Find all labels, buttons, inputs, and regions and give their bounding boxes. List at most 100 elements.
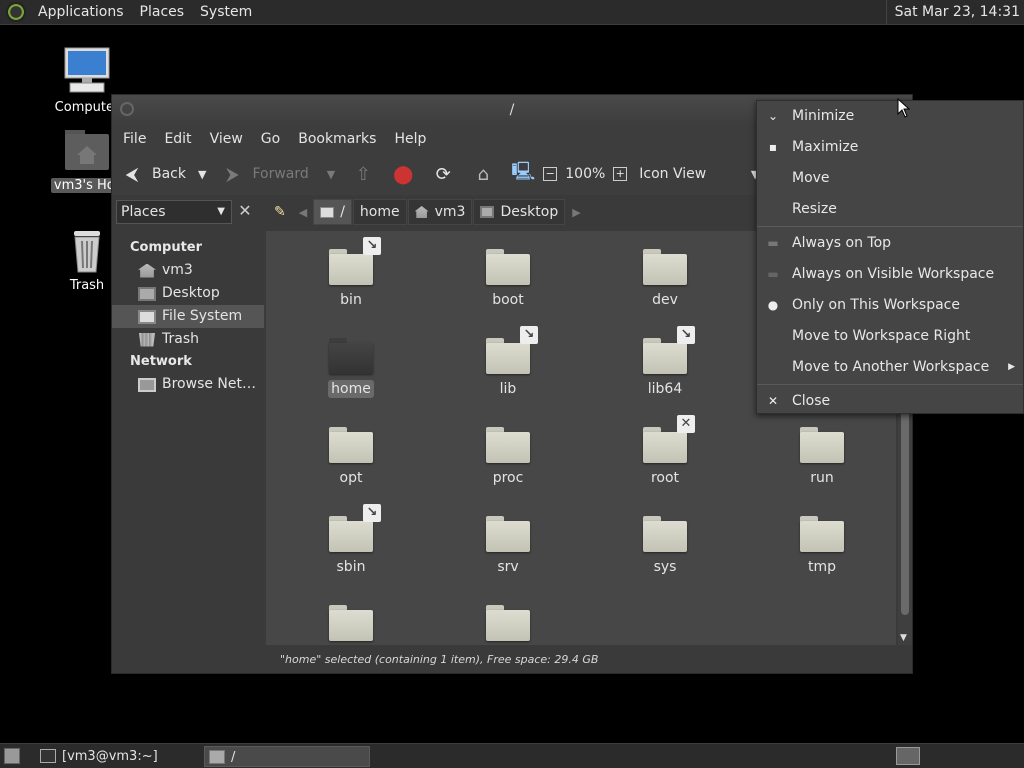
folder-icon: ✕: [643, 415, 695, 463]
menu-item-maximize[interactable]: ▪ Maximize: [757, 132, 1023, 163]
sidebar-item-file-system[interactable]: File System: [112, 305, 264, 328]
folder-icon: ↘: [329, 504, 381, 552]
folder-icon: [209, 750, 225, 764]
folder-partial[interactable]: [463, 605, 553, 641]
menu-item-label: Resize: [792, 201, 837, 217]
reload-icon[interactable]: ⟳: [431, 162, 455, 186]
folder-sbin[interactable]: ↘ sbin: [306, 504, 396, 576]
stop-icon[interactable]: ⬤: [391, 162, 415, 186]
menu-bookmarks[interactable]: Bookmarks: [289, 131, 385, 147]
breadcrumb-desktop[interactable]: Desktop: [473, 199, 566, 225]
menu-go[interactable]: Go: [252, 131, 289, 147]
workspace-switcher[interactable]: [896, 747, 920, 765]
folder-run[interactable]: run: [777, 427, 867, 487]
show-desktop-icon[interactable]: [4, 748, 20, 764]
breadcrumb-home[interactable]: home: [352, 199, 407, 225]
folder-proc[interactable]: proc: [463, 427, 553, 487]
menu-edit[interactable]: Edit: [155, 131, 200, 147]
menu-item-label: Always on Visible Workspace: [792, 266, 995, 282]
folder-label: opt: [339, 470, 363, 486]
system-menu[interactable]: System: [192, 0, 260, 25]
folder-icon: [643, 516, 687, 552]
breadcrumb-vm3[interactable]: vm3: [407, 199, 473, 225]
menu-item-label: Always on Top: [792, 235, 892, 251]
folder-label: tmp: [807, 559, 836, 575]
menu-item-minimize[interactable]: ⌄ Minimize: [757, 101, 1023, 132]
folder-sys[interactable]: sys: [620, 516, 710, 576]
chevron-right-icon[interactable]: ▶: [566, 206, 586, 219]
sidebar-item-vm3[interactable]: vm3: [112, 259, 264, 282]
folder-root[interactable]: ✕ root: [620, 415, 710, 487]
folder-tmp[interactable]: tmp: [777, 516, 867, 576]
radio-selected-icon: ●: [767, 298, 779, 312]
sidebar-heading-network: Network: [130, 354, 192, 369]
gnome-foot-icon[interactable]: [6, 2, 26, 22]
computer-icon[interactable]: 🖳: [511, 161, 535, 186]
folder-dev[interactable]: dev: [620, 249, 710, 309]
edit-location-icon[interactable]: ✎: [268, 199, 292, 225]
folder-label: sys: [653, 559, 677, 575]
drive-icon: [320, 206, 335, 218]
sidebar-item-label: vm3: [162, 262, 193, 278]
desktop-icon: [480, 206, 495, 218]
folder-partial[interactable]: [306, 605, 396, 641]
back-history-dropdown[interactable]: ▼: [198, 168, 206, 181]
folder-home[interactable]: home: [306, 338, 396, 398]
scroll-down-icon[interactable]: ▼: [900, 633, 907, 643]
places-menu[interactable]: Places: [132, 0, 193, 25]
forward-label: Forward: [252, 166, 309, 182]
folder-label: lib: [499, 381, 517, 397]
taskbar-button-terminal[interactable]: [vm3@vm3:~]: [36, 746, 200, 767]
menu-item-move[interactable]: Move: [757, 163, 1023, 194]
folder-lib[interactable]: ↘ lib: [463, 326, 553, 398]
sidebar-type-select[interactable]: Places ▼: [116, 200, 232, 224]
back-button[interactable]: ⮜ Back: [120, 162, 186, 186]
chevron-left-icon[interactable]: ◀: [293, 206, 313, 219]
breadcrumb-root[interactable]: /: [313, 199, 352, 225]
folder-label: srv: [497, 559, 519, 575]
menu-item-label: Move: [792, 170, 830, 186]
folder-lib64[interactable]: ↘ lib64: [620, 326, 710, 398]
menu-item-always-on-visible-workspace[interactable]: ▬ Always on Visible Workspace: [757, 259, 1023, 290]
menu-item-close[interactable]: ✕ Close: [757, 386, 1023, 417]
menu-file[interactable]: File: [114, 131, 155, 147]
menu-item-resize[interactable]: Resize: [757, 194, 1023, 225]
menu-item-always-on-top[interactable]: ▬ Always on Top: [757, 228, 1023, 259]
clock[interactable]: Sat Mar 23, 14:31: [885, 0, 1020, 25]
menu-help[interactable]: Help: [385, 131, 435, 147]
sidebar-item-desktop[interactable]: Desktop: [112, 282, 264, 305]
breadcrumb-label: vm3: [434, 204, 466, 220]
home-icon[interactable]: ⌂: [471, 162, 495, 186]
menu-item-label: Close: [792, 393, 831, 409]
sidebar-item-trash[interactable]: Trash: [112, 328, 264, 351]
menu-item-move-to-workspace-right[interactable]: Move to Workspace Right: [757, 321, 1023, 352]
folder-srv[interactable]: srv: [463, 516, 553, 576]
folder-opt[interactable]: opt: [306, 427, 396, 487]
top-panel: Applications Places System Sat Mar 23, 1…: [0, 0, 1024, 25]
view-mode-select[interactable]: Icon View ▼: [639, 166, 759, 182]
menu-item-only-on-this-workspace[interactable]: ● Only on This Workspace: [757, 290, 1023, 321]
applications-menu[interactable]: Applications: [30, 0, 132, 25]
taskbar-button-file-manager[interactable]: /: [204, 746, 370, 767]
menu-item-move-to-another-workspace[interactable]: Move to Another Workspace ▶: [757, 352, 1023, 383]
window-title: /: [509, 102, 515, 118]
folder-icon: ↘: [643, 326, 695, 374]
zoom-in-icon[interactable]: +: [613, 167, 628, 181]
forward-history-dropdown[interactable]: ▼: [327, 168, 335, 181]
up-arrow-icon[interactable]: ⇧: [351, 162, 375, 186]
taskbar-button-label: /: [231, 750, 236, 765]
submenu-arrow-icon: ▶: [1008, 362, 1015, 372]
zoom-out-icon[interactable]: −: [543, 167, 558, 181]
folder-label: boot: [492, 292, 524, 308]
close-sidebar-button[interactable]: ✕: [234, 200, 256, 224]
folder-boot[interactable]: boot: [463, 249, 553, 309]
unreadable-emblem-icon: ✕: [677, 415, 695, 433]
folder-icon: [486, 427, 530, 463]
drive-icon: [138, 309, 156, 324]
folder-bin[interactable]: ↘ bin: [306, 237, 396, 309]
menu-view[interactable]: View: [201, 131, 252, 147]
sidebar-item-browse-network[interactable]: Browse Net…: [112, 373, 264, 396]
window-menu-icon[interactable]: [120, 102, 134, 116]
status-bar: "home" selected (containing 1 item), Fre…: [266, 647, 912, 673]
forward-button[interactable]: ⮞ Forward: [220, 162, 309, 186]
